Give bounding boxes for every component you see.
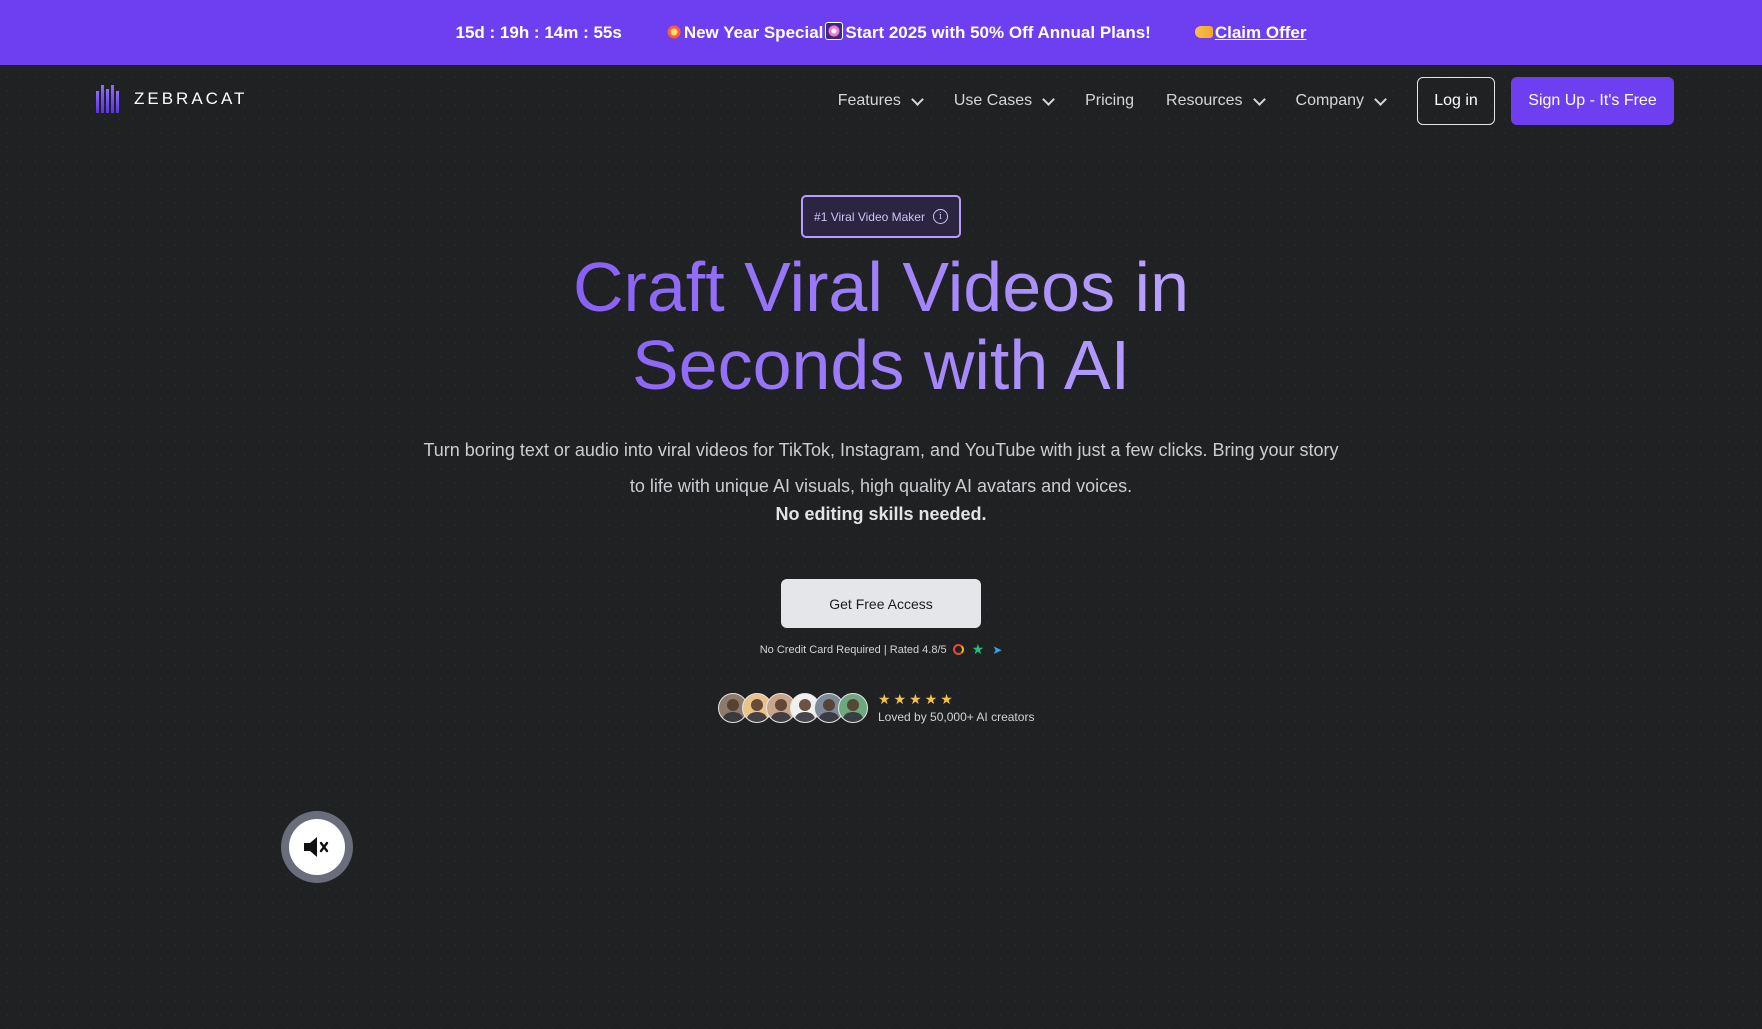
signup-button[interactable]: Sign Up - It's Free (1511, 77, 1674, 125)
speaker-muted-icon (304, 837, 329, 857)
promo-banner: 15d : 19h : 14m : 55s New Year Special St… (0, 0, 1762, 65)
social-proof-text: ★★★★★ Loved by 50,000+ AI creators (878, 692, 1034, 724)
zebracat-logo-icon (96, 85, 120, 113)
chevron-down-icon (1374, 92, 1387, 106)
hero-title: Craft Viral Videos in Seconds with AI (381, 248, 1381, 404)
avatar-group (718, 693, 868, 723)
rating-note: No Credit Card Required | Rated 4.8/5 ★ … (620, 641, 1142, 658)
chevron-down-icon (1042, 92, 1055, 106)
nav-resources-label: Resources (1166, 92, 1243, 109)
hero-title-line-1: Craft Viral Videos in (572, 248, 1190, 326)
chevron-down-icon (1252, 92, 1266, 106)
info-icon: i (932, 209, 948, 224)
burst-icon (665, 24, 682, 40)
sparkle-icon (825, 22, 844, 40)
nav-pricing-label: Pricing (1085, 92, 1135, 109)
nav-company[interactable]: Company (1295, 92, 1387, 110)
rating-stars: ★★★★★ (878, 692, 956, 708)
avatar (838, 693, 868, 723)
mute-button-inner (289, 819, 345, 875)
nav-pricing[interactable]: Pricing (1085, 92, 1134, 110)
logo-text: ZEBRACAT (134, 89, 248, 108)
logo[interactable]: ZEBRACAT (96, 85, 247, 113)
nav-features[interactable]: Features (837, 92, 924, 110)
chevron-down-icon (911, 92, 924, 106)
rating-source-icons: ★ ➤ (952, 641, 1003, 658)
nav-features-label: Features (837, 92, 901, 109)
promo-message-tail: Start 2025 with 50% Off Annual Plans! (845, 23, 1151, 42)
promo-message-lead: New Year Special (683, 23, 824, 42)
countdown-timer: 15d : 19h : 14m : 55s (455, 22, 622, 42)
hero-badge-label: #1 Viral Video Maker (814, 209, 925, 224)
nav-resources[interactable]: Resources (1166, 92, 1266, 110)
hero-title-line-2: Seconds with AI (631, 326, 1131, 404)
trustpilot-star-icon: ★ (971, 641, 985, 657)
google-icon (952, 644, 964, 655)
loved-by-text: Loved by 50,000+ AI creators (878, 710, 1035, 724)
login-button[interactable]: Log in (1417, 77, 1495, 125)
mute-button[interactable] (281, 811, 353, 883)
nav-use-cases-label: Use Cases (953, 92, 1033, 109)
promo-message: New Year Special Start 2025 with 50% Off … (664, 22, 1151, 43)
pointing-hand-icon (1194, 25, 1213, 38)
claim-offer-label: Claim Offer (1214, 22, 1307, 42)
hero-subtitle-strong: No editing skills needed. (775, 504, 987, 524)
hero-badge[interactable]: #1 Viral Video Maker i (801, 195, 961, 238)
rating-note-text: No Credit Card Required | Rated 4.8/5 (759, 643, 947, 656)
nav-use-cases[interactable]: Use Cases (953, 92, 1055, 110)
social-proof: ★★★★★ Loved by 50,000+ AI creators (718, 692, 1034, 724)
get-free-access-button[interactable]: Get Free Access (781, 579, 981, 628)
claim-offer-link[interactable]: Claim Offer (1193, 22, 1307, 43)
site-header: ZEBRACAT Features Use Cases Pricing Reso… (0, 65, 1762, 137)
hero-subtitle: Turn boring text or audio into viral vid… (423, 440, 1339, 496)
capterra-icon: ➤ (992, 642, 1003, 657)
nav-company-label: Company (1295, 92, 1364, 109)
main-nav: Features Use Cases Pricing Resources Com… (838, 65, 1762, 137)
